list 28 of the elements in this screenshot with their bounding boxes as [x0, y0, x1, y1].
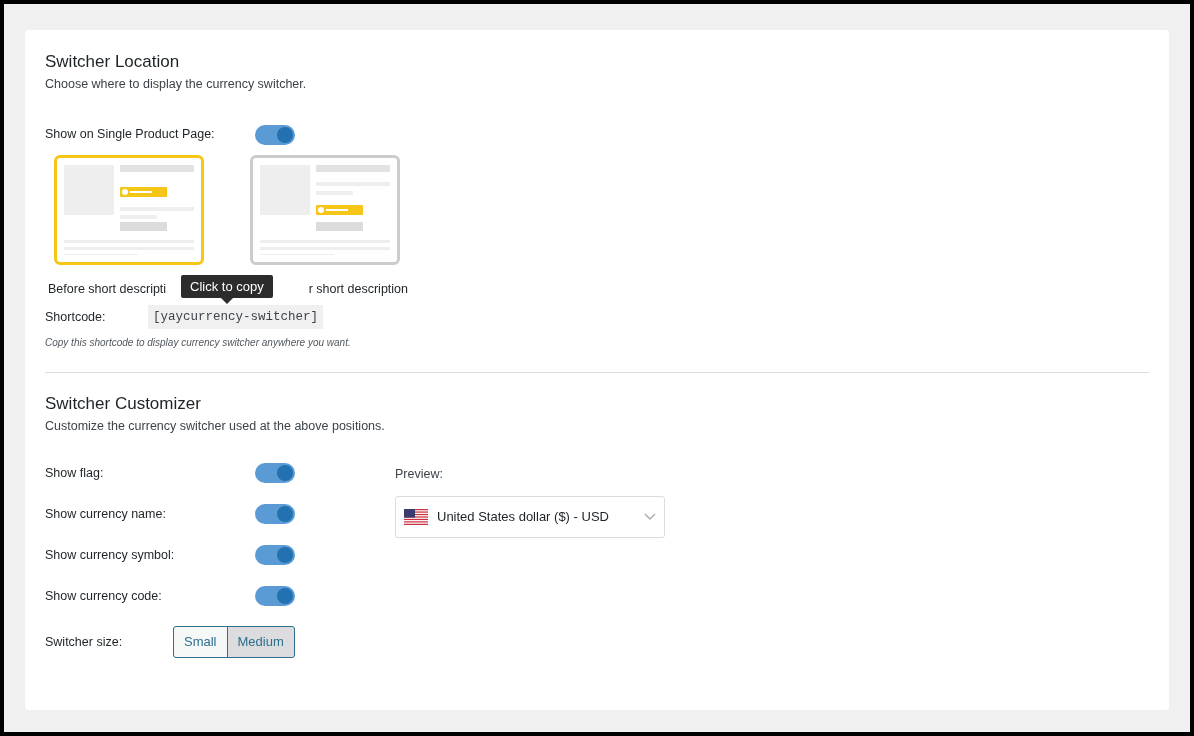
size-option[interactable]: Small	[173, 626, 228, 658]
section-title: Switcher Customizer	[45, 393, 202, 416]
field-label: Show currency name:	[45, 505, 167, 523]
toggle-switch[interactable]	[255, 586, 295, 606]
field-label: Show flag:	[45, 464, 105, 482]
toggle-switch[interactable]	[255, 545, 295, 565]
field-label: Show on Single Product Page:	[45, 126, 216, 144]
field-label: Show currency symbol:	[45, 546, 176, 564]
us-flag-icon	[404, 508, 428, 525]
tooltip: Click to copy	[181, 274, 273, 304]
section-description: Choose where to display the currency switcher.	[45, 76, 308, 93]
section-title: Switcher Location	[45, 51, 181, 73]
select-value: United States dollar ($) - USD	[437, 508, 610, 526]
field-label: Preview:	[395, 466, 444, 483]
currency-select[interactable]: United States dollar ($) - USD	[395, 495, 665, 538]
field-label: Show currency code:	[45, 587, 163, 605]
chevron-down-icon	[644, 512, 656, 521]
toggle-switch[interactable]	[255, 463, 295, 483]
field-label: Shortcode:	[45, 308, 107, 326]
layout-label: Before short descripti	[48, 280, 167, 298]
toggle-switch[interactable]	[255, 124, 295, 145]
section-description: Customize the currency switcher used at the above positions.	[45, 418, 386, 436]
field-label: Switcher size:	[45, 633, 124, 651]
shortcode-text[interactable]: [yaycurrency-switcher]	[148, 304, 324, 330]
shortcode-hint: Copy this shortcode to display currency switcher anywhere you want.	[45, 336, 352, 351]
size-option[interactable]: Medium	[226, 626, 295, 658]
layout-label: r short description	[308, 280, 408, 298]
toggle-switch[interactable]	[255, 504, 295, 524]
